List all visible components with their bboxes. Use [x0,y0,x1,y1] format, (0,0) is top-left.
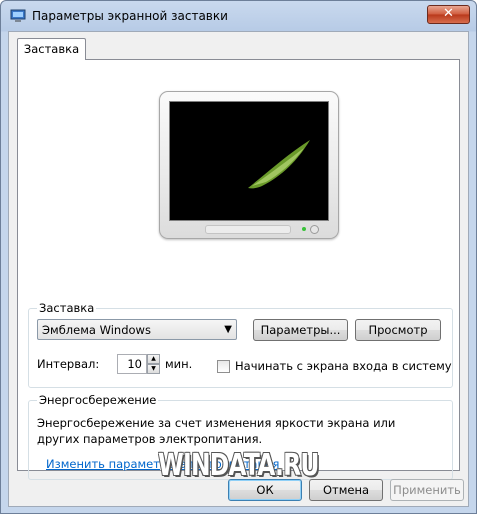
watermark-logo: WINDATA.RU [158,448,319,483]
preview-button[interactable]: Просмотр [355,319,441,341]
preview-screen [169,101,329,221]
settings-button[interactable]: Параметры... [253,319,348,341]
chevron-down-icon: ▼ [224,324,232,335]
title-bar[interactable]: Параметры экранной заставки ✕ [1,1,476,31]
interval-input[interactable]: 10 [117,354,147,374]
spin-down-icon[interactable]: ▼ [147,364,160,374]
interval-label: Интервал: [37,357,100,371]
close-button[interactable]: ✕ [427,5,470,24]
monitor-stand [205,225,291,234]
spin-up-icon[interactable]: ▲ [147,354,160,364]
cancel-button[interactable]: Отмена [309,479,383,501]
screensaver-group-title: Заставка [37,301,97,315]
tab-screensaver[interactable]: Заставка [17,38,86,60]
resume-logon-checkbox[interactable] [217,360,230,373]
screensaver-select-value: Эмблема Windows [42,323,151,337]
ok-button[interactable]: ОК [228,479,302,501]
windows-logo-ribbon-icon [248,140,310,189]
window-title: Параметры экранной заставки [32,9,228,23]
monitor-preview [159,91,339,239]
power-description: Энергосбережение за счет изменения яркос… [37,416,396,446]
power-button-icon [310,225,319,234]
interval-unit: мин. [165,357,193,371]
resume-logon-label[interactable]: Начинать с экрана входа в систему [235,359,452,373]
apply-button[interactable]: Применить [390,479,464,501]
interval-spinner[interactable]: ▲ ▼ [147,354,160,374]
power-led-icon [302,227,306,231]
dialog-client-area: Заставка Заставка Эмблема Windows ▼ Пара… [8,31,469,507]
screensaver-settings-dialog: Параметры экранной заставки ✕ Заставка З… [0,0,477,514]
display-properties-icon [10,9,26,22]
power-group-title: Энергосбережение [37,393,159,407]
screensaver-select[interactable]: Эмблема Windows ▼ [37,319,237,340]
tab-panel: Заставка Эмблема Windows ▼ Параметры... … [17,59,460,483]
